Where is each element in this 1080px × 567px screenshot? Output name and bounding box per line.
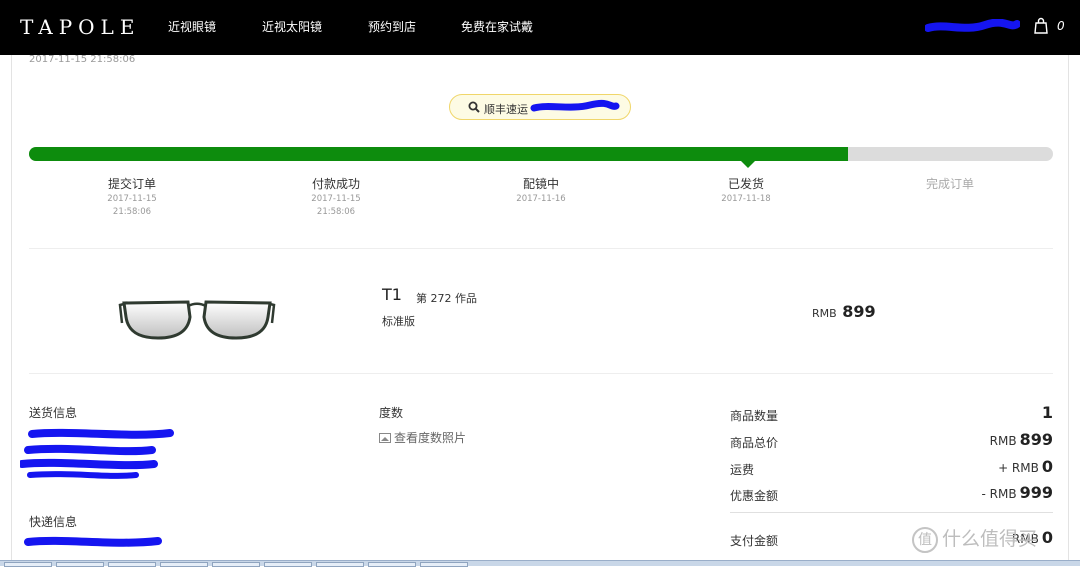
step-time: 21:58:06 [316, 207, 356, 217]
divider [29, 373, 1053, 374]
os-taskbar [0, 560, 1080, 567]
tracking-button[interactable]: 顺丰速运 [449, 94, 631, 120]
view-prescription-photo-link[interactable]: 查看度数照片 [379, 429, 466, 446]
payment-label: 支付金额 [730, 534, 779, 548]
discount-prefix: - RMB [981, 487, 1017, 501]
step-date: 2017-11-15 [311, 194, 361, 204]
price-currency: RMB [812, 307, 837, 320]
order-progress-fill [29, 147, 849, 161]
step-submit-order: 提交订单 2017-11-15 21:58:06 [72, 176, 192, 218]
nav-store-appointment[interactable]: 预约到店 [368, 19, 416, 35]
redacted-express-info [24, 536, 162, 547]
step-label: 完成订单 [925, 177, 974, 191]
shipping-fee-amount: 0 [1041, 457, 1053, 476]
carrier-name: 顺丰速运 [484, 103, 528, 116]
step-label: 提交订单 [107, 177, 156, 191]
total-amount: 899 [1019, 430, 1053, 449]
search-icon [468, 101, 480, 113]
summary-divider [730, 512, 1053, 513]
product-name[interactable]: T1 [382, 285, 402, 304]
product-variant: 标准版 [382, 315, 415, 328]
shipping-info-title: 送货信息 [29, 406, 78, 420]
total-prefix: RMB [989, 434, 1017, 448]
step-shipped: 已发货 2017-11-18 [686, 176, 806, 205]
step-payment-success: 付款成功 2017-11-15 21:58:06 [276, 176, 396, 218]
total-value: RMB 899 [990, 430, 1053, 449]
redacted-tracking-number [530, 99, 620, 112]
top-nav-bar: TAPOLE 近视眼镜 近视太阳镜 预约到店 免费在家试戴 0 [0, 0, 1080, 55]
taskbar-item[interactable] [264, 562, 312, 567]
shopping-bag-icon[interactable] [1033, 17, 1049, 35]
price-amount: 899 [842, 302, 876, 321]
site-watermark: 值什么值得买 [912, 525, 1037, 553]
taskbar-item[interactable] [212, 562, 260, 567]
discount-label: 优惠金额 [730, 489, 779, 503]
nav-myopia-sunglasses[interactable]: 近视太阳镜 [262, 19, 322, 35]
order-progress-bar [29, 147, 1053, 161]
step-lens-fitting: 配镜中 2017-11-16 [481, 176, 601, 205]
taskbar-item[interactable] [4, 562, 52, 567]
order-time: 2017-11-15 21:58:06 [29, 54, 136, 65]
quantity-number: 1 [1041, 403, 1053, 422]
taskbar-item[interactable] [56, 562, 104, 567]
express-info-title: 快递信息 [29, 515, 78, 529]
step-time: 21:58:06 [112, 207, 152, 217]
image-icon [379, 433, 391, 443]
discount-amount: 999 [1019, 483, 1053, 502]
step-date: 2017-11-16 [516, 194, 566, 204]
discount-value: - RMB 999 [982, 483, 1053, 502]
step-label: 已发货 [727, 177, 764, 191]
total-label: 商品总价 [730, 436, 779, 450]
divider [29, 248, 1053, 249]
shipping-fee-label: 运费 [730, 463, 755, 477]
step-label: 付款成功 [311, 177, 360, 191]
watermark-icon: 值 [912, 526, 938, 553]
current-step-pointer [741, 161, 755, 168]
nav-myopia-glasses[interactable]: 近视眼镜 [168, 19, 216, 35]
taskbar-item[interactable] [316, 562, 364, 567]
brand-logo[interactable]: TAPOLE [20, 15, 140, 39]
photo-link-label: 查看度数照片 [394, 431, 467, 445]
taskbar-item[interactable] [108, 562, 156, 567]
shipping-fee-prefix: + RMB [998, 461, 1039, 475]
glasses-image[interactable] [118, 293, 278, 349]
shipping-fee-value: + RMB 0 [998, 457, 1053, 476]
payment-amount: 0 [1041, 528, 1053, 547]
step-date: 2017-11-15 [107, 194, 157, 204]
quantity-label: 商品数量 [730, 409, 779, 423]
step-complete-order: 完成订单 [890, 176, 1010, 192]
taskbar-item[interactable] [420, 562, 468, 567]
redacted-address [20, 428, 174, 479]
product-edition: 第 272 作品 [416, 292, 477, 305]
product-price: RMB 899 [812, 302, 876, 321]
cart-count: 0 [1057, 19, 1065, 33]
taskbar-item[interactable] [160, 562, 208, 567]
watermark-text: 什么值得买 [942, 528, 1038, 550]
prescription-title: 度数 [379, 406, 404, 420]
quantity-value: 1 [1039, 403, 1053, 422]
step-date: 2017-11-18 [721, 194, 771, 204]
redacted-username[interactable] [925, 19, 1020, 35]
nav-free-home-trial[interactable]: 免费在家试戴 [461, 19, 533, 35]
step-label: 配镜中 [522, 177, 559, 191]
taskbar-item[interactable] [368, 562, 416, 567]
